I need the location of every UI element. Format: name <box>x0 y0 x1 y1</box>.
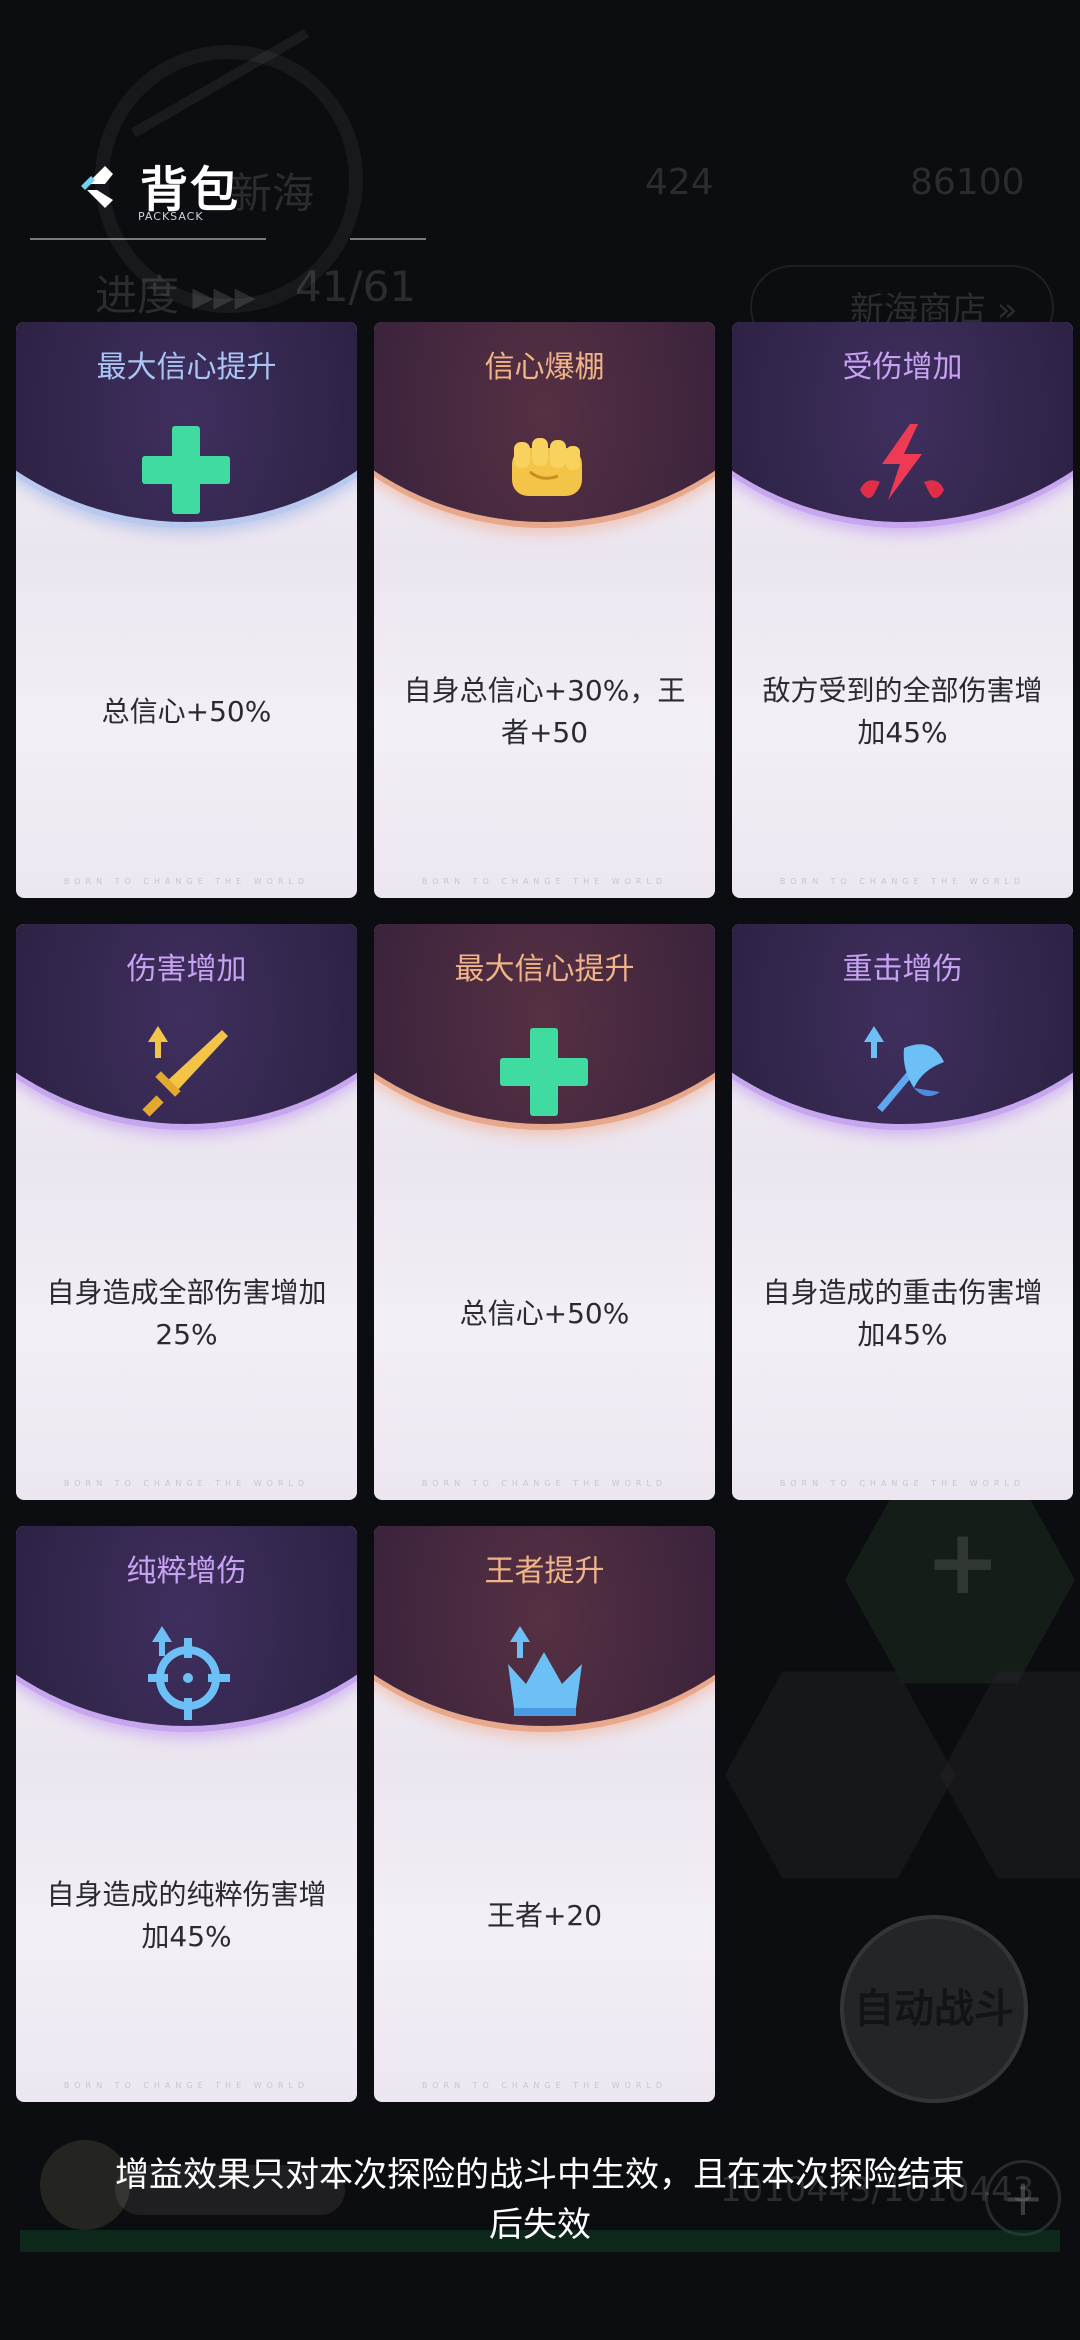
buff-card[interactable]: 信心爆棚 自身总信心+30%，王者+50 BORN TO CHANGE THE … <box>374 322 715 898</box>
card-description: 自身造成全部伤害增加25% <box>46 1276 327 1351</box>
divider <box>30 238 266 240</box>
buff-card[interactable]: 受伤增加 敌方受到的全部伤害增加45% BORN TO CHANGE THE W… <box>732 322 1073 898</box>
card-footer: BORN TO CHANGE THE WORLD <box>421 2081 668 2090</box>
card-description: 总信心+50% <box>101 695 272 728</box>
hex-slot <box>940 1671 1080 1879</box>
divider <box>350 238 426 240</box>
buff-card[interactable]: 重击增伤 自身造成的重击伤害增加45% BORN TO CHANGE THE W… <box>732 924 1073 1500</box>
card-footer: BORN TO CHANGE THE WORLD <box>63 2081 310 2090</box>
fist-icon <box>512 438 582 496</box>
buff-card[interactable]: 纯粹增伤 自身造成的纯粹伤害增加45% BORN TO CHANGE THE W… <box>16 1526 357 2102</box>
card-footer: BORN TO CHANGE THE WORLD <box>421 1479 668 1488</box>
crosshair-up-icon <box>148 1626 230 1720</box>
card-footer: BORN TO CHANGE THE WORLD <box>63 877 310 886</box>
card-description: 总信心+50% <box>459 1297 630 1330</box>
card-title: 受伤增加 <box>842 350 963 385</box>
green-plus-icon <box>142 426 230 514</box>
add-icon: + <box>985 2160 1061 2236</box>
buff-card[interactable]: 最大信心提升 总信心+50% BORN TO CHANGE THE WORLD <box>16 322 357 898</box>
hex-slot <box>725 1671 955 1879</box>
crown-up-icon <box>508 1626 582 1716</box>
buff-notice: 增益效果只对本次探险的战斗中生效，且在本次探险结束后失效 <box>115 2155 965 2245</box>
header: 背包 PACKSACK <box>30 140 450 240</box>
green-plus-icon <box>500 1028 588 1116</box>
currency1-value: 424 <box>645 162 714 203</box>
card-footer: BORN TO CHANGE THE WORLD <box>779 1479 1026 1488</box>
card-title: 伤害增加 <box>126 952 247 987</box>
page-subtitle: PACKSACK <box>138 210 204 223</box>
buff-card[interactable]: 最大信心提升 总信心+50% BORN TO CHANGE THE WORLD <box>374 924 715 1500</box>
progress-value: 41/61 <box>295 262 417 311</box>
card-description: 自身总信心+30%，王者+50 <box>403 674 686 749</box>
card-footer: BORN TO CHANGE THE WORLD <box>63 1479 310 1488</box>
back-icon[interactable] <box>75 160 131 216</box>
card-title: 信心爆棚 <box>484 350 605 385</box>
card-description: 敌方受到的全部伤害增加45% <box>762 674 1043 749</box>
currency2-value: 86100 <box>910 162 1025 203</box>
card-description: 王者+20 <box>486 1899 603 1932</box>
sword-up-icon <box>142 1026 228 1117</box>
card-footer: BORN TO CHANGE THE WORLD <box>779 877 1026 886</box>
card-description: 自身造成的纯粹伤害增加45% <box>46 1878 327 1953</box>
buff-card[interactable]: 伤害增加 自身造成全部伤害增加25% BORN TO CHANGE THE WO… <box>16 924 357 1500</box>
buff-card[interactable]: 王者提升 王者+20 BORN TO CHANGE THE WORLD <box>374 1526 715 2102</box>
hex-plus-icon: + <box>925 1510 1001 1615</box>
lightning-damage-icon <box>860 424 944 500</box>
progress-label: 进度 ▸▸▸ <box>95 271 256 320</box>
card-footer: BORN TO CHANGE THE WORLD <box>421 877 668 886</box>
card-description: 自身造成的重击伤害增加45% <box>762 1276 1043 1351</box>
card-title: 重击增伤 <box>842 952 963 987</box>
card-title: 纯粹增伤 <box>126 1554 247 1589</box>
card-title: 王者提升 <box>484 1554 605 1589</box>
auto-battle-button[interactable]: 自动战斗 <box>840 1915 1028 2103</box>
card-title: 最大信心提升 <box>454 952 635 987</box>
card-title: 最大信心提升 <box>96 350 277 385</box>
axe-up-icon <box>864 1026 944 1112</box>
